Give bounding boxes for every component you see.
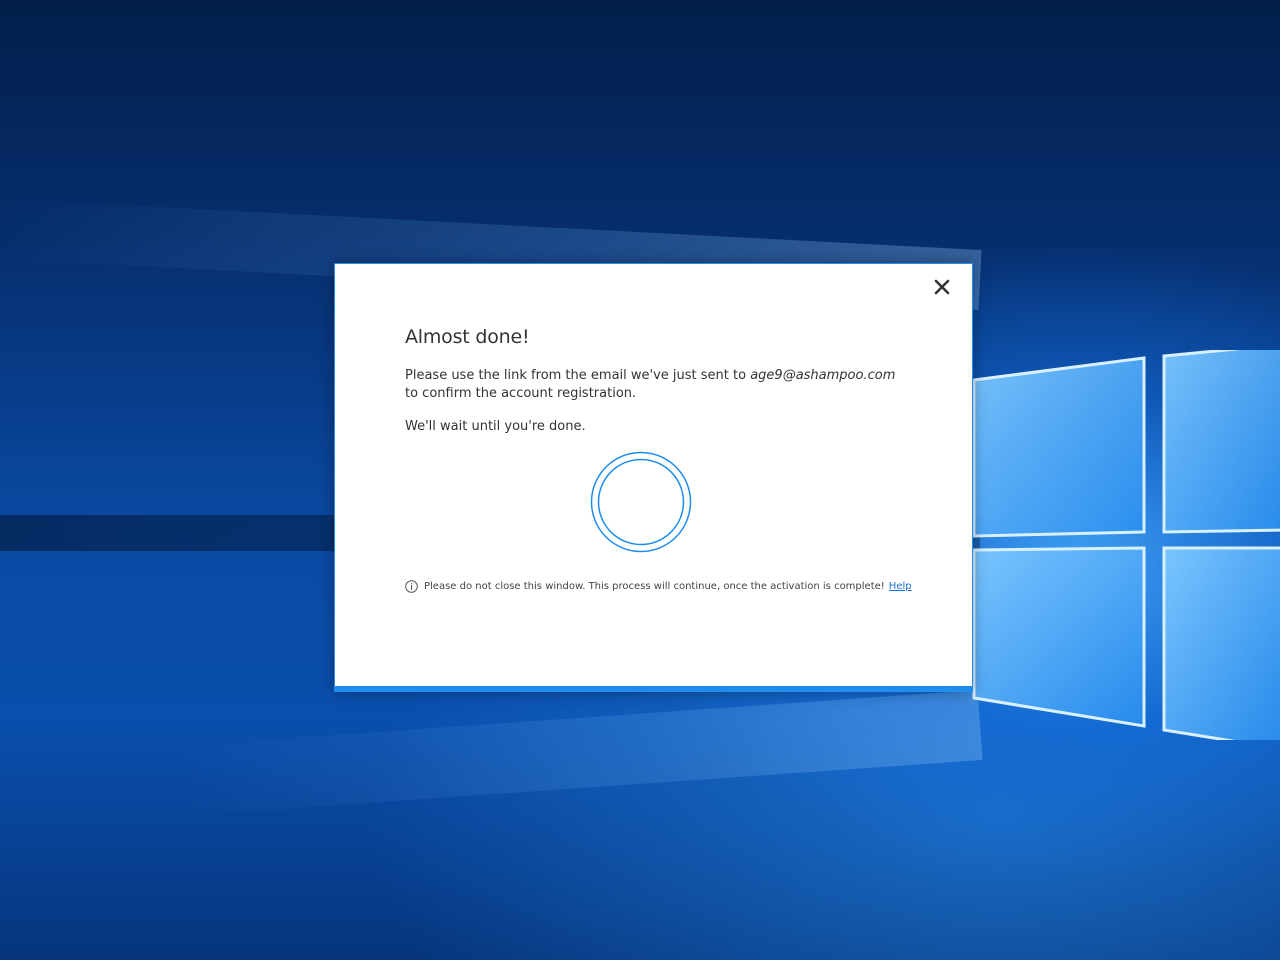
message-text-after: to confirm the account registration. [405, 386, 637, 401]
activation-dialog: Almost done! Please use the link from th… [334, 263, 973, 692]
accent-bar [335, 686, 972, 691]
info-icon [405, 580, 418, 593]
light-beam [179, 690, 983, 816]
loading-ring-icon [590, 451, 692, 553]
confirmation-message: Please use the link from the email we've… [405, 367, 905, 403]
desktop-wallpaper: Almost done! Please use the link from th… [0, 0, 1280, 960]
email-address: age9@ashampoo.com [750, 368, 896, 383]
close-icon[interactable] [932, 277, 952, 297]
help-link[interactable]: Help [889, 581, 912, 592]
notice-text: Please do not close this window. This pr… [424, 581, 885, 592]
windows-logo [972, 350, 1280, 740]
activation-notice: Please do not close this window. This pr… [405, 580, 912, 593]
dialog-title: Almost done! [405, 326, 530, 348]
wait-message: We'll wait until you're done. [405, 419, 586, 434]
message-text-before: Please use the link from the email we've… [405, 368, 751, 383]
